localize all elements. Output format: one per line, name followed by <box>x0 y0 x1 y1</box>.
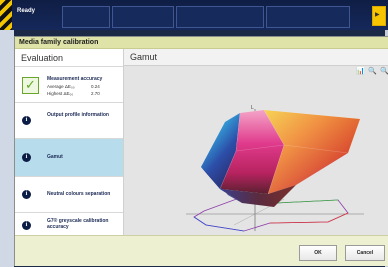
media-family-calibration-dialog: Media family calibration Evaluation Meas… <box>14 36 388 266</box>
g7-greyscale-item[interactable]: i G7® greyscale calibration accuracy <box>15 212 123 236</box>
info-icon: i <box>22 153 31 162</box>
header-panel-3[interactable] <box>176 6 264 28</box>
dialog-footer: OK Cancel <box>15 235 388 266</box>
info-icon: i <box>22 116 31 125</box>
g7-greyscale-label: G7® greyscale calibration accuracy <box>47 218 109 230</box>
gamut-view-pane: Gamut 📊 🔍 🔍 L <box>124 49 388 235</box>
gamut-label: Gamut <box>47 154 63 160</box>
next-arrow-button[interactable] <box>372 6 386 26</box>
top-status-bar: Ready <box>0 0 388 30</box>
measurement-accuracy-title: Measurement accuracy <box>47 76 103 82</box>
header-panel-1[interactable] <box>62 6 110 28</box>
ok-button[interactable]: OK <box>299 245 337 261</box>
highest-delta-label: Highest ΔE₀₀ <box>47 91 74 96</box>
info-icon: i <box>22 221 31 230</box>
gamut-item[interactable]: i Gamut <box>15 138 123 177</box>
dialog-title: Media family calibration <box>19 39 99 46</box>
background-window <box>0 30 14 267</box>
cancel-button[interactable]: Cancel <box>345 245 385 261</box>
l-axis-label: L <box>251 105 254 111</box>
checkmark-icon <box>22 77 39 94</box>
dialog-titlebar: Media family calibration <box>15 37 388 49</box>
info-icon: i <box>22 190 31 199</box>
average-delta-label: Average ΔE₀₀ <box>47 84 75 89</box>
evaluation-title: Evaluation <box>21 53 64 63</box>
neutral-colours-separation-label: Neutral colours separation <box>47 191 111 197</box>
output-profile-information-label: Output profile information <box>47 112 109 118</box>
output-profile-information-item[interactable]: i Output profile information <box>15 102 123 139</box>
highest-delta-value: 2.70 <box>91 91 100 96</box>
hazard-stripe <box>0 0 12 30</box>
evaluation-pane: Evaluation Measurement accuracy Average … <box>15 49 124 235</box>
measurement-accuracy-item[interactable]: Measurement accuracy Average ΔE₀₀ 0.24 H… <box>15 66 123 103</box>
neutral-colours-separation-item[interactable]: i Neutral colours separation <box>15 176 123 213</box>
header-panel-2[interactable] <box>112 6 174 28</box>
gamut-3d-plot[interactable]: L <box>124 49 388 235</box>
header-panel-4[interactable] <box>266 6 350 28</box>
status-text: Ready <box>17 8 36 14</box>
average-delta-value: 0.24 <box>91 84 100 89</box>
